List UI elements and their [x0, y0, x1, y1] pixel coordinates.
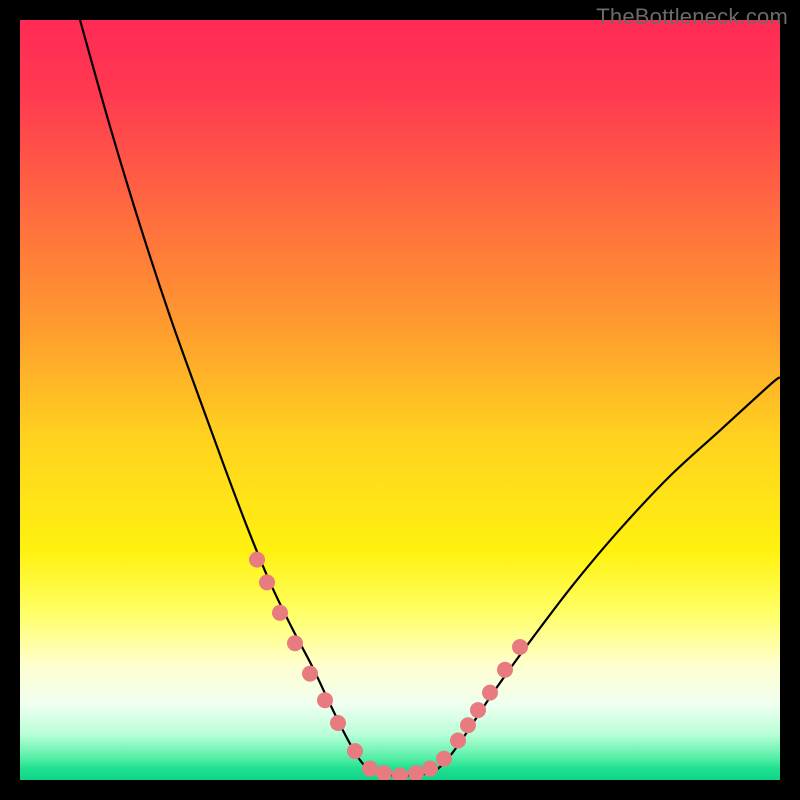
marker-dot	[362, 761, 378, 777]
marker-dot	[408, 765, 424, 780]
marker-dot	[512, 639, 528, 655]
marker-dot	[249, 552, 265, 568]
bottleneck-curve-layer	[20, 20, 780, 780]
marker-dot	[302, 666, 318, 682]
marker-dot	[376, 765, 392, 780]
marker-dot	[450, 732, 466, 748]
marker-dot	[436, 751, 452, 767]
marker-dot	[259, 574, 275, 590]
marker-dot	[287, 635, 303, 651]
watermark-text: TheBottleneck.com	[596, 4, 788, 30]
marker-dot	[272, 605, 288, 621]
marker-dot	[317, 692, 333, 708]
marker-dot	[470, 702, 486, 718]
bottleneck-curve	[80, 20, 780, 776]
marker-group	[249, 552, 528, 780]
marker-dot	[347, 743, 363, 759]
marker-dot	[422, 761, 438, 777]
marker-dot	[460, 717, 476, 733]
marker-dot	[330, 715, 346, 731]
marker-dot	[497, 662, 513, 678]
marker-dot	[392, 767, 408, 780]
marker-dot	[482, 685, 498, 701]
